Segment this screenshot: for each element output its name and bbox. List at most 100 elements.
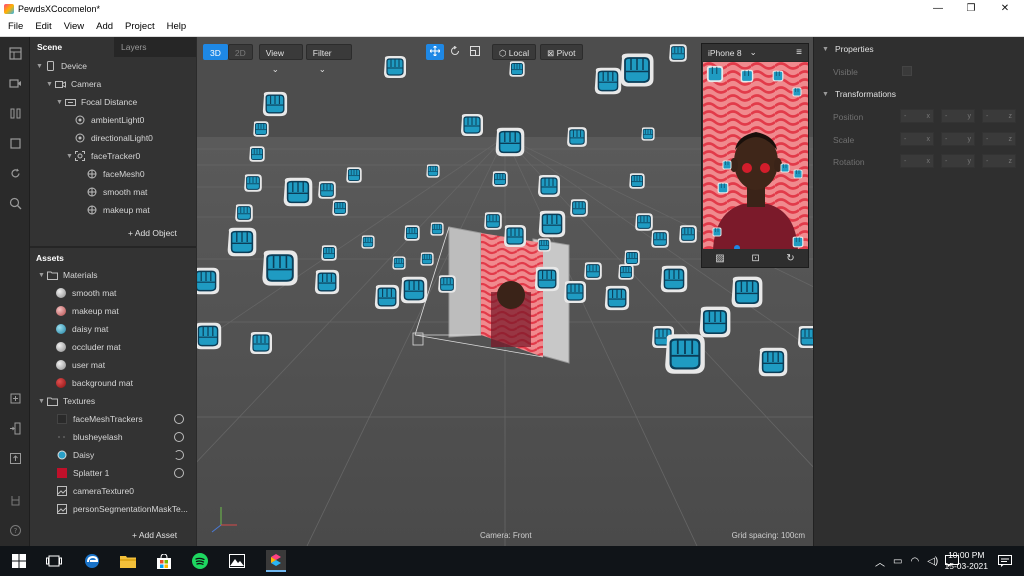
- spark-ar-taskbar-icon[interactable]: [266, 550, 286, 572]
- minimize-button[interactable]: —: [921, 0, 955, 17]
- maximize-button[interactable]: ❐: [954, 0, 988, 17]
- square-icon[interactable]: [7, 135, 23, 151]
- rotate-icon: [451, 45, 459, 55]
- network-icon[interactable]: ◠: [910, 556, 919, 567]
- filter-dropdown[interactable]: Filter ⌄: [305, 44, 352, 74]
- expand-arrow-icon[interactable]: ▼: [36, 63, 44, 70]
- pivot-toggle-button[interactable]: ⊠ Pivot: [540, 44, 583, 60]
- scale-tool-button[interactable]: [466, 44, 484, 60]
- menu-icon[interactable]: ≡: [796, 47, 802, 58]
- menu-project[interactable]: Project: [125, 21, 155, 32]
- material-item[interactable]: smooth mat: [56, 284, 116, 302]
- rotation-z-field[interactable]: -z: [982, 154, 1016, 168]
- patch-editor-icon[interactable]: [7, 105, 23, 121]
- visible-checkbox[interactable]: [902, 66, 912, 76]
- texture-item[interactable]: blusheyelash: [56, 428, 192, 446]
- spotify-icon[interactable]: [192, 553, 208, 569]
- folder-materials[interactable]: ▼ Materials: [38, 266, 97, 284]
- tree-item-device[interactable]: ▼ Device: [36, 57, 87, 75]
- capture-icon[interactable]: ⊡: [751, 253, 759, 264]
- import-icon[interactable]: [7, 390, 23, 406]
- tab-layers[interactable]: Layers: [114, 37, 196, 57]
- scale-x-field[interactable]: -x: [900, 132, 934, 146]
- edge-browser-icon[interactable]: [84, 553, 100, 569]
- tree-item-face-tracker[interactable]: ▼ faceTracker0: [66, 147, 140, 165]
- expand-arrow-icon[interactable]: ▼: [38, 398, 46, 405]
- expand-arrow-icon[interactable]: ▼: [38, 272, 46, 279]
- menu-help[interactable]: Help: [167, 21, 187, 32]
- tree-item-camera[interactable]: ▼ Camera: [46, 75, 101, 93]
- expand-arrow-icon[interactable]: ▼: [56, 99, 64, 106]
- rotate-device-icon[interactable]: ↻: [786, 253, 794, 264]
- texture-item[interactable]: personSegmentationMaskTe...: [56, 500, 188, 518]
- menu-file[interactable]: File: [8, 21, 23, 32]
- tree-item-label: Camera: [71, 79, 102, 89]
- tree-item-makeup-mat[interactable]: makeup mat: [86, 201, 150, 219]
- clock[interactable]: 10:00 PM 15-03-2021: [945, 550, 988, 572]
- local-toggle-button[interactable]: ⬡ Local: [492, 44, 537, 60]
- add-object-button[interactable]: + Add Object: [128, 228, 177, 238]
- texture-item[interactable]: faceMeshTrackers: [56, 410, 192, 428]
- transformations-section-header[interactable]: ▼ Transformations: [822, 89, 896, 99]
- tree-item-ambient-light[interactable]: ambientLight0: [74, 111, 144, 129]
- tree-item-label: ambientLight0: [91, 115, 145, 125]
- rotation-y-field[interactable]: -y: [941, 154, 975, 168]
- properties-section-header[interactable]: ▼ Properties: [822, 44, 874, 54]
- store-icon[interactable]: [156, 553, 172, 569]
- material-item[interactable]: occluder mat: [56, 338, 121, 356]
- scale-z-field[interactable]: -z: [982, 132, 1016, 146]
- device-selector-label[interactable]: iPhone 8: [708, 48, 742, 58]
- scale-y-field[interactable]: -y: [941, 132, 975, 146]
- notifications-icon[interactable]: [997, 553, 1013, 569]
- material-item[interactable]: background mat: [56, 374, 133, 392]
- mode-2d-button[interactable]: 2D: [227, 44, 253, 60]
- file-explorer-icon[interactable]: [120, 553, 136, 569]
- test-tube-icon[interactable]: [7, 492, 23, 508]
- material-item[interactable]: user mat: [56, 356, 105, 374]
- help-icon[interactable]: ?: [7, 522, 23, 538]
- battery-icon[interactable]: ▭: [893, 556, 902, 567]
- tree-item-face-mesh[interactable]: faceMesh0: [86, 165, 145, 183]
- menu-edit[interactable]: Edit: [35, 21, 51, 32]
- send-to-device-icon[interactable]: [7, 420, 23, 436]
- folder-textures[interactable]: ▼ Textures: [38, 392, 95, 410]
- upload-icon[interactable]: [7, 450, 23, 466]
- move-tool-button[interactable]: [426, 44, 444, 60]
- position-z-field[interactable]: -z: [982, 109, 1016, 123]
- chevron-down-icon[interactable]: ⌄: [750, 47, 757, 58]
- photos-icon[interactable]: [229, 553, 245, 569]
- texture-item[interactable]: Splatter 1: [56, 464, 192, 482]
- chevron-up-icon[interactable]: ︿: [875, 554, 885, 569]
- tree-item-focal-distance[interactable]: ▼ Focal Distance: [56, 93, 137, 111]
- tree-item-smooth-mat[interactable]: smooth mat: [86, 183, 147, 201]
- add-asset-button[interactable]: + Add Asset: [132, 530, 177, 540]
- position-y-field[interactable]: -y: [941, 109, 975, 123]
- expand-arrow-icon[interactable]: ▼: [66, 153, 74, 160]
- view-dropdown[interactable]: View ⌄: [258, 44, 303, 74]
- search-icon[interactable]: [7, 195, 23, 211]
- texture-item[interactable]: cameraTexture0: [56, 482, 134, 500]
- image-icon[interactable]: ▨: [715, 253, 724, 264]
- tree-item-label: makeup mat: [103, 205, 150, 215]
- task-view-icon[interactable]: [46, 553, 62, 569]
- tab-scene[interactable]: Scene: [30, 37, 114, 57]
- material-item[interactable]: daisy mat: [56, 320, 108, 338]
- menu-add[interactable]: Add: [96, 21, 113, 32]
- rotation-x-field[interactable]: -x: [900, 154, 934, 168]
- windows-start-icon[interactable]: [11, 553, 27, 569]
- layout-icon[interactable]: [7, 45, 23, 61]
- texture-item[interactable]: Daisy: [56, 446, 192, 464]
- mesh-icon: [86, 187, 98, 197]
- rotate-tool-button[interactable]: [446, 44, 464, 60]
- simulator-preview[interactable]: [703, 62, 808, 250]
- video-icon[interactable]: [7, 75, 23, 91]
- close-button[interactable]: ✕: [988, 0, 1022, 17]
- menu-view[interactable]: View: [64, 21, 84, 32]
- expand-arrow-icon[interactable]: ▼: [46, 81, 54, 88]
- material-item[interactable]: makeup mat: [56, 302, 119, 320]
- tree-item-directional-light[interactable]: directionalLight0: [74, 129, 153, 147]
- volume-icon[interactable]: ◁): [927, 556, 938, 567]
- refresh-icon[interactable]: [7, 165, 23, 181]
- position-x-field[interactable]: -x: [900, 109, 934, 123]
- mode-3d-button[interactable]: 3D: [203, 44, 228, 60]
